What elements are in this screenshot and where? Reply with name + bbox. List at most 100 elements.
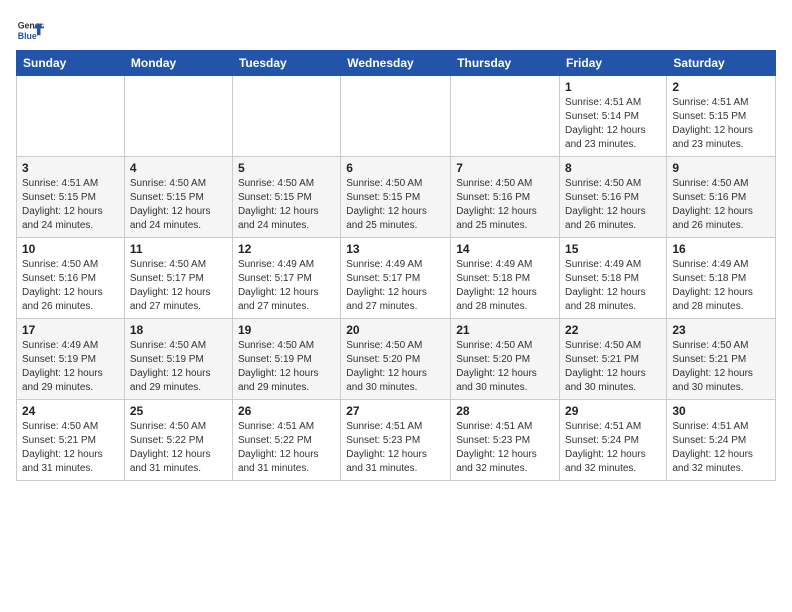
calendar-header-thursday: Thursday xyxy=(451,51,560,76)
calendar-header-friday: Friday xyxy=(560,51,667,76)
calendar-week-row: 24 Sunrise: 4:50 AM Sunset: 5:21 PM Dayli… xyxy=(17,400,776,481)
day-number: 27 xyxy=(346,404,445,418)
calendar-cell: 15 Sunrise: 4:49 AM Sunset: 5:18 PM Dayli… xyxy=(560,238,667,319)
calendar-cell: 8 Sunrise: 4:50 AM Sunset: 5:16 PM Daylig… xyxy=(560,157,667,238)
calendar-cell: 2 Sunrise: 4:51 AM Sunset: 5:15 PM Daylig… xyxy=(667,76,776,157)
day-number: 18 xyxy=(130,323,227,337)
day-number: 24 xyxy=(22,404,119,418)
day-number: 23 xyxy=(672,323,770,337)
day-info: Sunrise: 4:49 AM Sunset: 5:19 PM Dayligh… xyxy=(22,339,119,395)
day-info: Sunrise: 4:50 AM Sunset: 5:21 PM Dayligh… xyxy=(672,339,770,395)
calendar-cell: 21 Sunrise: 4:50 AM Sunset: 5:20 PM Dayli… xyxy=(451,319,560,400)
calendar-cell: 16 Sunrise: 4:49 AM Sunset: 5:18 PM Dayli… xyxy=(667,238,776,319)
day-number: 1 xyxy=(565,80,661,94)
calendar-week-row: 1Sunrise: 4:51 AM Sunset: 5:14 PM Daylig… xyxy=(17,76,776,157)
calendar-header-saturday: Saturday xyxy=(667,51,776,76)
day-info: Sunrise: 4:49 AM Sunset: 5:18 PM Dayligh… xyxy=(456,258,554,314)
day-number: 21 xyxy=(456,323,554,337)
calendar-cell: 18 Sunrise: 4:50 AM Sunset: 5:19 PM Dayli… xyxy=(124,319,232,400)
calendar-header-row: SundayMondayTuesdayWednesdayThursdayFrid… xyxy=(17,51,776,76)
calendar-cell xyxy=(124,76,232,157)
calendar-cell: 20 Sunrise: 4:50 AM Sunset: 5:20 PM Dayli… xyxy=(341,319,451,400)
day-info: Sunrise: 4:50 AM Sunset: 5:16 PM Dayligh… xyxy=(456,177,554,233)
day-info: Sunrise: 4:49 AM Sunset: 5:17 PM Dayligh… xyxy=(238,258,335,314)
day-info: Sunrise: 4:50 AM Sunset: 5:16 PM Dayligh… xyxy=(672,177,770,233)
day-number: 12 xyxy=(238,242,335,256)
calendar-cell: 30Sunrise: 4:51 AM Sunset: 5:24 PM Dayli… xyxy=(667,400,776,481)
day-info: Sunrise: 4:51 AM Sunset: 5:24 PM Dayligh… xyxy=(672,420,770,476)
calendar-cell: 24 Sunrise: 4:50 AM Sunset: 5:21 PM Dayli… xyxy=(17,400,125,481)
calendar-week-row: 3Sunrise: 4:51 AM Sunset: 5:15 PM Daylig… xyxy=(17,157,776,238)
calendar-cell: 29 Sunrise: 4:51 AM Sunset: 5:24 PM Dayli… xyxy=(560,400,667,481)
day-number: 16 xyxy=(672,242,770,256)
day-number: 2 xyxy=(672,80,770,94)
calendar-cell: 5Sunrise: 4:50 AM Sunset: 5:15 PM Daylig… xyxy=(232,157,340,238)
day-info: Sunrise: 4:51 AM Sunset: 5:23 PM Dayligh… xyxy=(346,420,445,476)
day-number: 25 xyxy=(130,404,227,418)
day-number: 9 xyxy=(672,161,770,175)
day-number: 15 xyxy=(565,242,661,256)
calendar-cell: 13 Sunrise: 4:49 AM Sunset: 5:17 PM Dayli… xyxy=(341,238,451,319)
day-info: Sunrise: 4:51 AM Sunset: 5:15 PM Dayligh… xyxy=(22,177,119,233)
logo-icon: General Blue xyxy=(16,16,44,44)
day-number: 7 xyxy=(456,161,554,175)
calendar-cell: 11Sunrise: 4:50 AM Sunset: 5:17 PM Dayli… xyxy=(124,238,232,319)
calendar-header-monday: Monday xyxy=(124,51,232,76)
day-info: Sunrise: 4:51 AM Sunset: 5:23 PM Dayligh… xyxy=(456,420,554,476)
day-number: 13 xyxy=(346,242,445,256)
page-header: General Blue xyxy=(16,16,776,44)
day-number: 28 xyxy=(456,404,554,418)
day-number: 29 xyxy=(565,404,661,418)
calendar-cell xyxy=(17,76,125,157)
calendar-cell: 10 Sunrise: 4:50 AM Sunset: 5:16 PM Dayli… xyxy=(17,238,125,319)
day-number: 26 xyxy=(238,404,335,418)
day-info: Sunrise: 4:50 AM Sunset: 5:15 PM Dayligh… xyxy=(130,177,227,233)
day-info: Sunrise: 4:50 AM Sunset: 5:16 PM Dayligh… xyxy=(22,258,119,314)
calendar-cell: 23 Sunrise: 4:50 AM Sunset: 5:21 PM Dayli… xyxy=(667,319,776,400)
calendar-header-tuesday: Tuesday xyxy=(232,51,340,76)
calendar-cell xyxy=(232,76,340,157)
day-info: Sunrise: 4:50 AM Sunset: 5:16 PM Dayligh… xyxy=(565,177,661,233)
calendar-cell: 1Sunrise: 4:51 AM Sunset: 5:14 PM Daylig… xyxy=(560,76,667,157)
day-info: Sunrise: 4:50 AM Sunset: 5:20 PM Dayligh… xyxy=(346,339,445,395)
day-number: 8 xyxy=(565,161,661,175)
day-info: Sunrise: 4:49 AM Sunset: 5:17 PM Dayligh… xyxy=(346,258,445,314)
day-number: 4 xyxy=(130,161,227,175)
day-number: 20 xyxy=(346,323,445,337)
day-number: 17 xyxy=(22,323,119,337)
calendar-header-sunday: Sunday xyxy=(17,51,125,76)
calendar-cell: 7 Sunrise: 4:50 AM Sunset: 5:16 PM Daylig… xyxy=(451,157,560,238)
day-number: 10 xyxy=(22,242,119,256)
calendar-week-row: 10 Sunrise: 4:50 AM Sunset: 5:16 PM Dayli… xyxy=(17,238,776,319)
calendar-table: SundayMondayTuesdayWednesdayThursdayFrid… xyxy=(16,50,776,481)
day-info: Sunrise: 4:50 AM Sunset: 5:22 PM Dayligh… xyxy=(130,420,227,476)
calendar-cell: 6Sunrise: 4:50 AM Sunset: 5:15 PM Daylig… xyxy=(341,157,451,238)
calendar-cell: 28 Sunrise: 4:51 AM Sunset: 5:23 PM Dayli… xyxy=(451,400,560,481)
svg-text:Blue: Blue xyxy=(18,31,37,41)
calendar-cell: 12 Sunrise: 4:49 AM Sunset: 5:17 PM Dayli… xyxy=(232,238,340,319)
calendar-cell xyxy=(451,76,560,157)
day-info: Sunrise: 4:50 AM Sunset: 5:21 PM Dayligh… xyxy=(565,339,661,395)
calendar-cell: 17 Sunrise: 4:49 AM Sunset: 5:19 PM Dayli… xyxy=(17,319,125,400)
calendar-cell: 27 Sunrise: 4:51 AM Sunset: 5:23 PM Dayli… xyxy=(341,400,451,481)
day-number: 5 xyxy=(238,161,335,175)
day-info: Sunrise: 4:50 AM Sunset: 5:20 PM Dayligh… xyxy=(456,339,554,395)
calendar-cell: 14 Sunrise: 4:49 AM Sunset: 5:18 PM Dayli… xyxy=(451,238,560,319)
day-info: Sunrise: 4:49 AM Sunset: 5:18 PM Dayligh… xyxy=(565,258,661,314)
day-info: Sunrise: 4:51 AM Sunset: 5:24 PM Dayligh… xyxy=(565,420,661,476)
calendar-header-wednesday: Wednesday xyxy=(341,51,451,76)
calendar-cell: 3Sunrise: 4:51 AM Sunset: 5:15 PM Daylig… xyxy=(17,157,125,238)
day-number: 19 xyxy=(238,323,335,337)
calendar-cell xyxy=(341,76,451,157)
day-number: 14 xyxy=(456,242,554,256)
calendar-cell: 22Sunrise: 4:50 AM Sunset: 5:21 PM Dayli… xyxy=(560,319,667,400)
calendar-cell: 26 Sunrise: 4:51 AM Sunset: 5:22 PM Dayli… xyxy=(232,400,340,481)
calendar-week-row: 17 Sunrise: 4:49 AM Sunset: 5:19 PM Dayli… xyxy=(17,319,776,400)
day-info: Sunrise: 4:51 AM Sunset: 5:22 PM Dayligh… xyxy=(238,420,335,476)
day-info: Sunrise: 4:50 AM Sunset: 5:19 PM Dayligh… xyxy=(130,339,227,395)
day-info: Sunrise: 4:50 AM Sunset: 5:21 PM Dayligh… xyxy=(22,420,119,476)
day-info: Sunrise: 4:50 AM Sunset: 5:19 PM Dayligh… xyxy=(238,339,335,395)
day-info: Sunrise: 4:49 AM Sunset: 5:18 PM Dayligh… xyxy=(672,258,770,314)
day-info: Sunrise: 4:51 AM Sunset: 5:15 PM Dayligh… xyxy=(672,96,770,152)
calendar-body: 1Sunrise: 4:51 AM Sunset: 5:14 PM Daylig… xyxy=(17,76,776,481)
